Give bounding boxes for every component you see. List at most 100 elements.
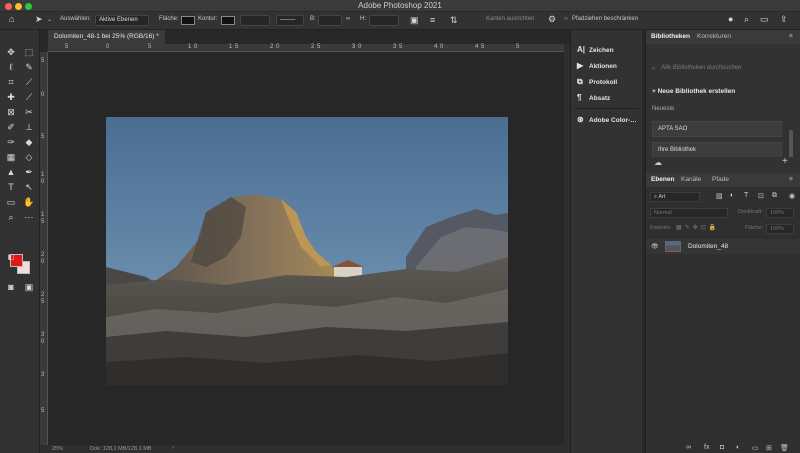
fx-icon[interactable]: fx (704, 444, 709, 451)
document-image[interactable] (106, 117, 508, 385)
link-layers-icon[interactable]: ∞ (686, 444, 691, 451)
ruler-label: 5 (41, 408, 45, 414)
more-tools-icon[interactable]: ⋯ (21, 211, 37, 224)
gradient-icon[interactable]: ▦ (3, 151, 19, 164)
dock-item-history[interactable]: ⧉ Protokoll (577, 77, 617, 89)
dock-item-adobe-color[interactable]: ⊛ Adobe Color-… (577, 115, 637, 127)
lasso-icon[interactable]: ℓ (3, 61, 19, 74)
path-alignment-icon[interactable]: ≡ (430, 16, 435, 25)
quick-mask-icon[interactable]: ◙ (3, 281, 19, 294)
layer-name[interactable]: Dolomiten_48 (688, 243, 728, 250)
library-item[interactable]: APTA SAO (652, 121, 782, 137)
link-icon[interactable]: ∞ (346, 16, 350, 22)
tab-layers[interactable]: Ebenen (651, 176, 674, 183)
chevron-down-icon[interactable]: ⌄ (47, 16, 52, 23)
search-icon[interactable]: ⌕ (744, 15, 749, 24)
constrain-path-checkbox[interactable]: ○ (564, 16, 568, 22)
layer-filter-dropdown[interactable]: ⌕ Art (650, 192, 700, 202)
shape-filter-icon[interactable]: ⊡ (758, 192, 764, 200)
move-icon[interactable]: ✥ (3, 46, 19, 59)
screen-mode-icon[interactable]: ▣ (21, 281, 37, 294)
brush-icon[interactable]: ✐ (3, 121, 19, 134)
frame-icon[interactable]: ⊠ (3, 106, 19, 119)
align-edges-toggle[interactable]: Kanten ausrichten (486, 16, 534, 22)
document-tab[interactable]: Dolomiten_48-1 bei 25% (RGB/16) * (48, 30, 165, 44)
gear-icon[interactable]: ⚙ (548, 15, 556, 24)
panel-menu-icon[interactable]: ≡ (789, 176, 793, 183)
doc-info[interactable]: Dok: 128,1 MB/128,1 MB (90, 446, 151, 452)
fill-field[interactable]: 100% (766, 224, 794, 234)
trash-icon[interactable]: 🗑 (780, 444, 789, 452)
eraser-icon[interactable]: ◆ (21, 136, 37, 149)
new-library-button[interactable]: + Neue Bibliothek erstellen (652, 88, 735, 95)
blend-mode-dropdown[interactable]: Normal (650, 208, 728, 218)
dock-item-actions[interactable]: ▶ Aktionen (577, 61, 617, 73)
add-mask-icon[interactable]: ◘ (720, 444, 724, 451)
tab-paths[interactable]: Pfade (712, 176, 729, 183)
crop-icon[interactable]: ⌗ (3, 76, 19, 89)
dock-item-paragraph[interactable]: ¶ Absatz (577, 93, 610, 105)
stroke-type-dropdown[interactable]: —–— (276, 15, 304, 26)
libraries-panel: ⌕ Alle Bibliotheken durchsuchen + Neue B… (646, 44, 800, 174)
select-dropdown[interactable]: Aktive Ebenen (95, 15, 149, 26)
path-select-icon[interactable]: ↖ (21, 181, 37, 194)
ruler-label: 1 (41, 212, 45, 218)
adjustment-filter-icon[interactable]: ◐ (730, 192, 734, 199)
type-icon[interactable]: T (3, 181, 19, 194)
user-icon[interactable]: ● (728, 15, 733, 24)
group-icon[interactable]: ▭ (752, 444, 759, 452)
new-layer-icon[interactable]: ⊞ (766, 444, 772, 452)
path-arrangement-icon[interactable]: ⇅ (450, 16, 458, 25)
eye-icon[interactable]: 👁 (651, 243, 659, 250)
pen-icon[interactable]: ✒ (21, 166, 37, 179)
color-replace-icon[interactable]: ⟋ (21, 91, 37, 104)
filter-toggle[interactable]: ◉ (789, 192, 795, 200)
lock-icons[interactable]: ▦✎✥⊡🔒 (676, 224, 719, 231)
pixel-filter-icon[interactable]: ▨ (716, 192, 723, 200)
blur-icon[interactable]: ◇ (21, 151, 37, 164)
zoom-icon[interactable]: ⌕ (3, 211, 19, 224)
cloud-icon[interactable]: ☁ (654, 158, 662, 167)
canvas-area[interactable] (48, 52, 564, 445)
dodge-icon[interactable]: ▲ (3, 166, 19, 179)
move-tool-icon[interactable]: ➤ (35, 15, 43, 24)
marquee-icon[interactable]: ⬚ (21, 46, 37, 59)
fill-swatch[interactable] (181, 16, 195, 25)
ruler-top: 5 0 5 1 0 1 5 2 0 2 5 3 0 3 5 4 0 4 5 5 (48, 44, 564, 52)
ruler-label: 0 (194, 44, 198, 50)
panel-menu-icon[interactable]: ≡ (789, 33, 793, 40)
library-item[interactable]: Ihre Bibliothek (652, 142, 782, 158)
layer-row[interactable]: 👁 Dolomiten_48 (646, 239, 800, 254)
workspace-icon[interactable]: ▭ (760, 15, 769, 24)
hand-icon[interactable]: ✋ (21, 196, 37, 209)
adjustment-layer-icon[interactable]: ◐ (736, 444, 740, 451)
height-field[interactable] (369, 15, 399, 26)
opacity-field[interactable]: 100% (766, 208, 794, 218)
right-panel: Bibliotheken Korrekturen ≡ ⌕ Alle Biblio… (645, 30, 800, 453)
chevron-right-icon[interactable]: › (172, 445, 174, 451)
history-brush-icon[interactable]: ✑ (3, 136, 19, 149)
width-field[interactable] (318, 15, 342, 26)
tab-channels[interactable]: Kanäle (681, 176, 701, 183)
stroke-swatch[interactable] (221, 16, 235, 25)
path-operations-icon[interactable]: ▣ (410, 16, 419, 25)
stamp-icon[interactable]: ⊥ (21, 121, 37, 134)
smart-object-filter-icon[interactable]: ⧉ (772, 192, 777, 200)
tab-adjustments[interactable]: Korrekturen (697, 33, 731, 40)
type-filter-icon[interactable]: T (744, 192, 748, 199)
eyedropper-icon[interactable]: ⟋ (21, 76, 37, 89)
ruler-label: 4 (434, 44, 438, 50)
rectangle-icon[interactable]: ▭ (3, 196, 19, 209)
home-icon[interactable]: ⌂ (9, 15, 14, 24)
healing-brush-icon[interactable]: ✚ (3, 91, 19, 104)
quick-select-icon[interactable]: ✎ (21, 61, 37, 74)
scissors-icon[interactable]: ✂ (21, 106, 37, 119)
stroke-width-field[interactable] (240, 15, 270, 26)
share-icon[interactable]: ⇪ (780, 15, 788, 24)
zoom-level[interactable]: 25% (52, 446, 63, 452)
library-search-input[interactable]: Alle Bibliotheken durchsuchen (658, 62, 796, 75)
tab-libraries[interactable]: Bibliotheken (651, 33, 690, 40)
default-colors-icon[interactable]: ◧ (3, 251, 19, 264)
dock-item-character[interactable]: A| Zeichen (577, 45, 614, 57)
add-icon[interactable]: + (782, 156, 788, 167)
